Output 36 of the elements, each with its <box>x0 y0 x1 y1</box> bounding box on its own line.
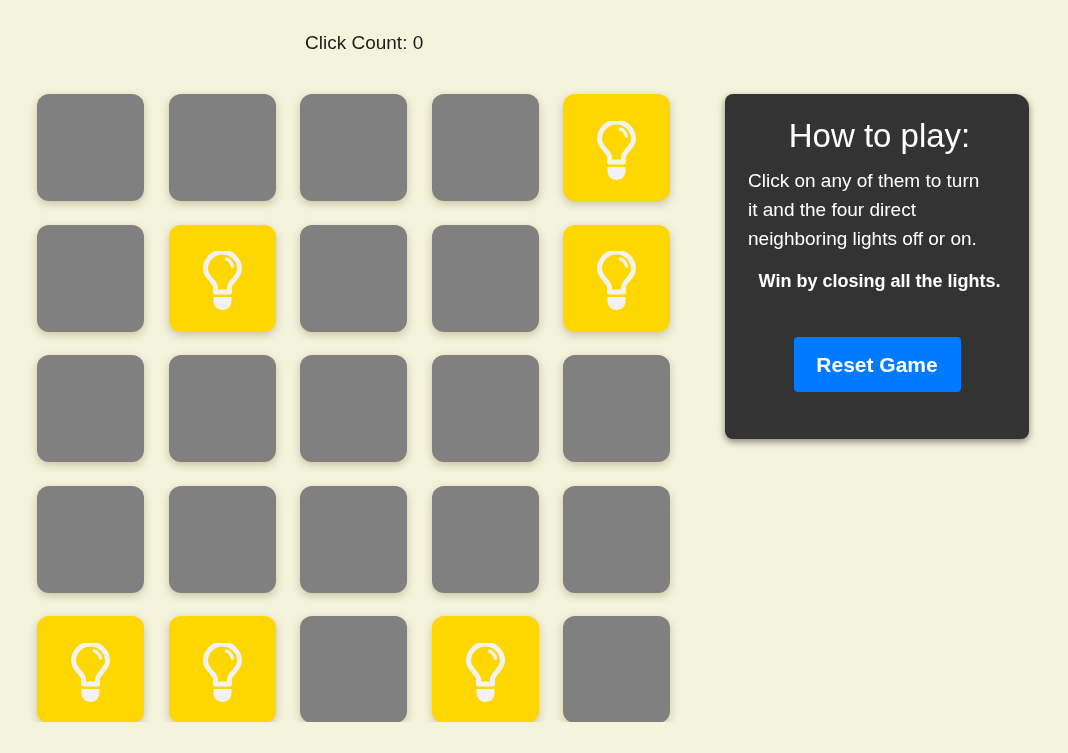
light-tile[interactable] <box>431 94 539 201</box>
lightbulb-icon <box>596 120 637 181</box>
goal-text: Win by closing all the lights. <box>758 270 1001 293</box>
light-tile[interactable] <box>300 94 407 201</box>
light-tile[interactable] <box>37 616 144 722</box>
lightbulb-icon <box>596 251 637 311</box>
light-tile[interactable] <box>37 224 144 332</box>
light-tile[interactable] <box>300 485 407 593</box>
light-tile[interactable] <box>563 616 670 722</box>
reset-game-button[interactable]: Reset Game <box>793 337 961 392</box>
light-tile[interactable] <box>37 355 144 462</box>
light-tile[interactable] <box>168 355 276 462</box>
light-tile[interactable] <box>300 616 407 722</box>
lightbulb-icon <box>201 251 243 311</box>
light-tile[interactable] <box>431 224 539 332</box>
lightbulb-icon <box>464 642 506 703</box>
instructions-text: Click on any of them to turn it and the four direct neighboring lights off or on. <box>748 169 981 251</box>
lightbulb-icon <box>201 642 243 703</box>
light-tile[interactable] <box>563 224 670 332</box>
light-tile[interactable] <box>300 355 407 462</box>
light-tile[interactable] <box>300 224 407 332</box>
click-count: Click Count: 0 <box>305 31 424 55</box>
lightbulb-icon <box>70 642 111 703</box>
light-tile[interactable] <box>168 485 276 593</box>
light-tile[interactable] <box>563 355 670 462</box>
light-tile[interactable] <box>168 94 276 201</box>
light-tile[interactable] <box>431 485 539 593</box>
light-tile[interactable] <box>563 485 670 593</box>
light-tile[interactable] <box>37 94 144 201</box>
light-tile[interactable] <box>431 355 539 462</box>
panel-title: How to play: <box>787 116 972 156</box>
light-tile[interactable] <box>37 485 144 593</box>
light-tile[interactable] <box>168 616 276 722</box>
light-tile[interactable] <box>431 616 539 722</box>
light-tile[interactable] <box>168 224 276 332</box>
light-tile[interactable] <box>563 94 670 201</box>
